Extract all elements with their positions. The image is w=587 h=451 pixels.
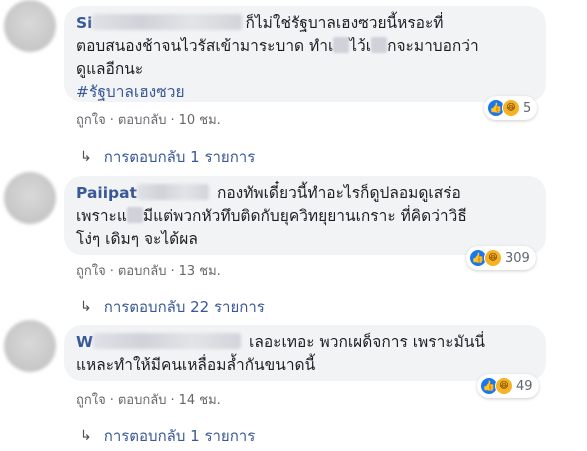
reaction-count: 49	[516, 378, 533, 394]
avatar[interactable]	[4, 172, 56, 224]
comment-author[interactable]: W	[76, 333, 244, 351]
reply-arrow-icon: ↳	[80, 299, 92, 315]
timestamp[interactable]: 13 ชม.	[179, 264, 221, 279]
reply-button[interactable]: ตอบกลับ	[118, 264, 167, 279]
replies-label: การตอบกลับ 1 รายการ	[103, 148, 256, 166]
reaction-summary[interactable]: 👍 😆 49	[477, 374, 539, 398]
redacted-text	[333, 37, 350, 53]
laughing-face-icon: 😆	[495, 377, 513, 395]
view-replies-link[interactable]: ↳ การตอบกลับ 1 รายการ	[80, 424, 255, 448]
hashtag-link[interactable]: #รัฐบาลเฮงซวย	[76, 81, 534, 104]
redacted-name	[92, 14, 243, 30]
replies-label: การตอบกลับ 1 รายการ	[103, 427, 256, 445]
comment-text: Si ก็ไม่ใช่รัฐบาลเฮงซวยนี้หรอะที่ ตอบสนอง…	[76, 14, 479, 78]
redacted-text	[371, 37, 388, 53]
timestamp[interactable]: 14 ชม.	[179, 393, 221, 408]
reaction-summary[interactable]: 👍 😆 309	[466, 246, 536, 270]
reaction-count: 5	[523, 100, 532, 116]
comment-bubble: W เลอะเทอะ พวกเผด็จการ เพราะมันนี่ แหละท…	[64, 325, 546, 381]
reply-button[interactable]: ตอบกลับ	[118, 113, 167, 128]
comment-bubble: Si ก็ไม่ใช่รัฐบาลเฮงซวยนี้หรอะที่ ตอบสนอง…	[64, 6, 546, 102]
avatar[interactable]	[4, 320, 56, 372]
like-button[interactable]: ถูกใจ	[76, 264, 106, 279]
replies-label: การตอบกลับ 22 รายการ	[103, 298, 265, 316]
reply-arrow-icon: ↳	[80, 428, 92, 444]
timestamp[interactable]: 10 ชม.	[179, 113, 221, 128]
laughing-face-icon: 😆	[484, 249, 502, 267]
view-replies-link[interactable]: ↳ การตอบกลับ 22 รายการ	[80, 295, 265, 319]
reply-button[interactable]: ตอบกลับ	[118, 393, 167, 408]
redacted-name	[137, 184, 209, 200]
comment-author[interactable]: Paiipat	[76, 184, 212, 202]
redacted-name	[93, 333, 242, 349]
comment-author[interactable]: Si	[76, 14, 245, 32]
comment-bubble: Paiipat กองทัพเดี๋ยวนี้ทำอะไรก็ดูปลอมดูเ…	[64, 176, 546, 255]
laughing-face-icon: 😆	[502, 99, 520, 117]
like-button[interactable]: ถูกใจ	[76, 393, 106, 408]
avatar[interactable]	[4, 0, 56, 52]
reply-arrow-icon: ↳	[80, 149, 92, 165]
like-button[interactable]: ถูกใจ	[76, 113, 106, 128]
reaction-summary[interactable]: 👍 😆 5	[484, 96, 538, 120]
reaction-count: 309	[505, 250, 530, 266]
comment-actions: ถูกใจ · ตอบกลับ · 14 ชม.	[76, 393, 221, 408]
comment-text: Paiipat กองทัพเดี๋ยวนี้ทำอะไรก็ดูปลอมดูเ…	[76, 184, 467, 248]
redacted-text	[126, 207, 143, 223]
comment-text: W เลอะเทอะ พวกเผด็จการ เพราะมันนี่ แหละท…	[76, 333, 486, 374]
view-replies-link[interactable]: ↳ การตอบกลับ 1 รายการ	[80, 145, 255, 169]
comment-actions: ถูกใจ · ตอบกลับ · 10 ชม.	[76, 113, 221, 128]
comment-actions: ถูกใจ · ตอบกลับ · 13 ชม.	[76, 264, 221, 279]
